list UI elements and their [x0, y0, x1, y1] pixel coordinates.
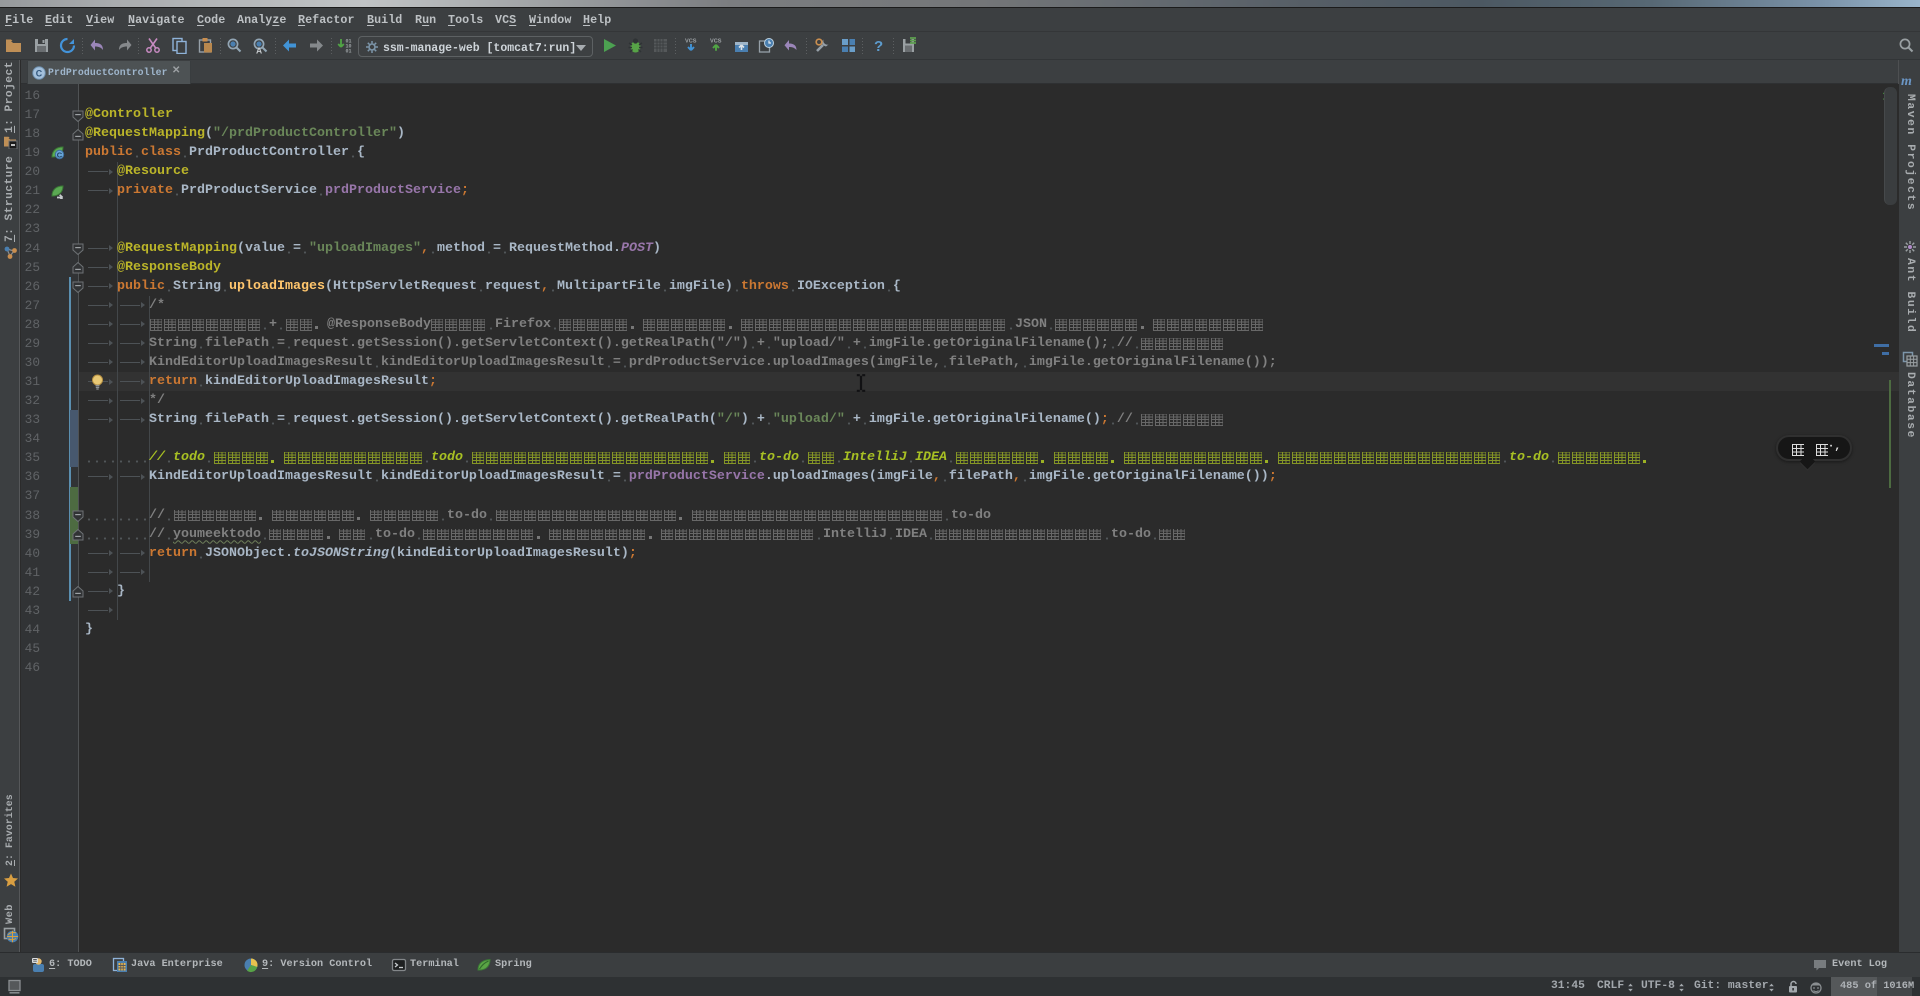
svg-text:C: C [36, 68, 43, 78]
svg-text:VCS: VCS [710, 39, 722, 45]
svg-text:A: A [256, 46, 262, 55]
svg-text:01: 01 [346, 49, 352, 55]
svg-text:m: m [1901, 74, 1912, 88]
svg-text:VCS: VCS [685, 39, 697, 45]
svg-text:?: ? [874, 38, 883, 54]
svg-text:C: C [57, 151, 63, 160]
